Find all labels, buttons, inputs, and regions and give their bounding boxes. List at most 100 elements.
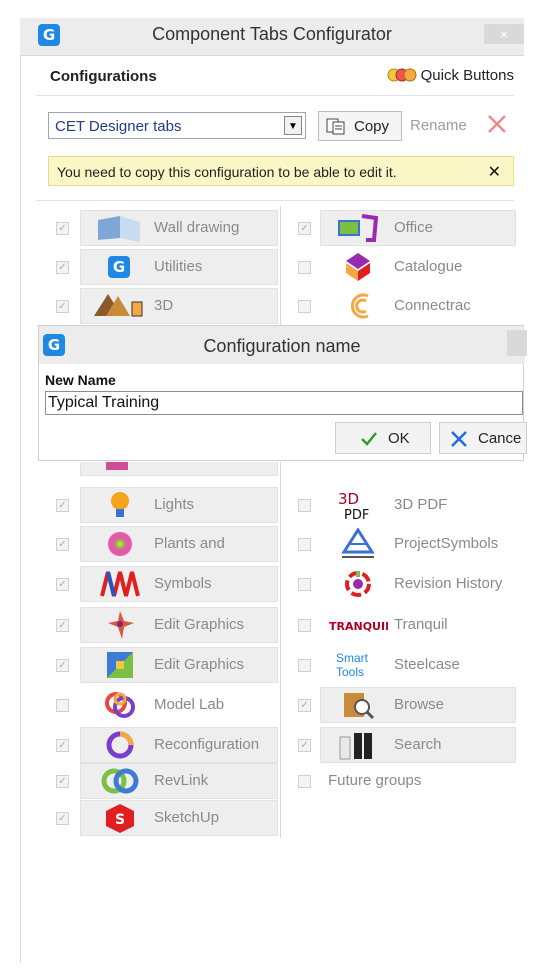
tab-item-hidden[interactable] xyxy=(56,462,278,476)
connectrac-icon xyxy=(350,293,369,319)
tab-label: Reconfiguration xyxy=(154,736,260,753)
tab-checkbox[interactable]: ✓ xyxy=(56,659,69,672)
tab-checkbox[interactable]: ✓ xyxy=(56,739,69,752)
dropdown-arrow-icon[interactable]: ▼ xyxy=(284,116,302,135)
tab-checkbox[interactable]: ✓ xyxy=(56,538,69,551)
ok-button[interactable]: OK xyxy=(335,422,431,454)
tab-label: ProjectSymbols xyxy=(394,535,499,552)
configuration-select-value: CET Designer tabs xyxy=(55,118,182,135)
tab-checkbox[interactable]: ✓ xyxy=(56,300,69,313)
tab-checkbox[interactable] xyxy=(298,538,311,551)
tab-checkbox[interactable] xyxy=(298,261,311,274)
configuration-select[interactable]: CET Designer tabs ▼ xyxy=(48,112,306,139)
3d-pdf-icon-pdf: PDF xyxy=(344,508,369,522)
catalogue-icon xyxy=(346,253,370,281)
tranquil-icon-text: TRANQUIL xyxy=(329,620,388,633)
tab-label: Connectrac xyxy=(394,297,471,314)
window-title: Component Tabs Configurator xyxy=(152,24,392,44)
tab-checkbox[interactable] xyxy=(298,499,311,512)
tab-checkbox[interactable]: ✓ xyxy=(56,499,69,512)
tab-item-reconfiguration[interactable]: ✓ Reconfiguration xyxy=(56,727,278,763)
tab-checkbox[interactable]: ✓ xyxy=(56,578,69,591)
tab-item-connectrac[interactable]: Connectrac xyxy=(298,288,516,324)
tab-item-utilities[interactable]: ✓ G Utilities xyxy=(56,249,278,285)
configurations-header: Configurations Quick Buttons xyxy=(36,56,514,96)
tab-checkbox[interactable]: ✓ xyxy=(298,222,311,235)
tab-checkbox[interactable] xyxy=(56,699,69,712)
tab-checkbox[interactable] xyxy=(298,659,311,672)
tab-checkbox[interactable]: ✓ xyxy=(56,222,69,235)
tab-item-catalogue[interactable]: Catalogue xyxy=(298,249,516,285)
3d-icon xyxy=(94,294,143,317)
project-symbols-icon xyxy=(341,528,375,558)
tab-item-symbols[interactable]: ✓ Symbols xyxy=(56,566,278,602)
tab-item-future-groups[interactable]: Future groups xyxy=(298,763,516,799)
tab-checkbox[interactable]: ✓ xyxy=(298,699,311,712)
tab-label: 3D PDF xyxy=(394,496,448,513)
edit-graphics-2-icon xyxy=(107,652,133,678)
tab-label: Tranquil xyxy=(394,616,448,633)
copy-button[interactable]: Copy xyxy=(318,111,402,141)
tab-item-tranquil[interactable]: TRANQUIL Tranquil xyxy=(298,607,516,643)
tab-checkbox[interactable] xyxy=(298,300,311,313)
copy-label: Copy xyxy=(354,118,390,135)
rename-button[interactable]: Rename xyxy=(410,117,467,134)
quick-buttons-icon xyxy=(387,68,417,82)
tab-checkbox[interactable] xyxy=(298,619,311,632)
tab-label: Model Lab xyxy=(154,696,225,713)
column-divider xyxy=(280,206,281,328)
tab-item-project-symbols[interactable]: ProjectSymbols xyxy=(298,526,516,562)
cancel-button[interactable]: Cance xyxy=(439,422,527,454)
close-warning-icon[interactable]: ✕ xyxy=(488,162,501,181)
new-name-input[interactable]: Typical Training xyxy=(45,391,523,415)
tab-checkbox[interactable] xyxy=(298,775,311,788)
divider xyxy=(36,200,514,201)
symbols-icon xyxy=(100,571,140,597)
tab-item-lights[interactable]: ✓ Lights xyxy=(56,487,278,523)
tab-item-browse[interactable]: ✓ Browse xyxy=(298,687,516,723)
new-name-label: New Name xyxy=(45,372,116,388)
tab-item-steelcase[interactable]: Smart Tools Steelcase xyxy=(298,647,516,683)
tab-checkbox[interactable]: ✓ xyxy=(56,261,69,274)
dialog-close-button[interactable] xyxy=(507,330,527,356)
tab-checkbox[interactable]: ✓ xyxy=(298,739,311,752)
tab-label: Symbols xyxy=(154,575,212,592)
tab-checkbox[interactable]: ✓ xyxy=(56,775,69,788)
tab-checkbox[interactable]: ✓ xyxy=(56,812,69,825)
tab-label: Future groups xyxy=(328,772,422,789)
tab-label: RevLink xyxy=(154,772,209,789)
tab-item-plants[interactable]: ✓ Plants and xyxy=(56,526,278,562)
tab-label: Search xyxy=(394,736,442,753)
tab-item-office[interactable]: ✓ Office xyxy=(298,210,516,246)
office-icon xyxy=(338,214,379,242)
delete-icon[interactable] xyxy=(486,113,508,135)
tab-label: Catalogue xyxy=(394,258,463,275)
tab-item-3d[interactable]: ✓ 3D xyxy=(56,288,278,324)
tab-item-edit-graphics-2[interactable]: ✓ Edit Graphics xyxy=(56,647,278,683)
configurations-label: Configurations xyxy=(50,68,157,85)
tab-item-search[interactable]: ✓ Search xyxy=(298,727,516,763)
tab-checkbox[interactable]: ✓ xyxy=(56,619,69,632)
tab-item-revision-history[interactable]: Revision History xyxy=(298,566,516,602)
dialog-titlebar: G Configuration name xyxy=(39,326,527,364)
window-close-button[interactable]: × xyxy=(484,24,524,44)
window-titlebar: G Component Tabs Configurator × xyxy=(20,18,524,56)
tab-item-3d-pdf[interactable]: 3D PDF 3D PDF xyxy=(298,487,516,523)
tab-checkbox[interactable] xyxy=(298,578,311,591)
steelcase-icon-tools: Tools xyxy=(336,665,364,679)
model-lab-icon xyxy=(105,692,135,718)
tab-item-sketchup[interactable]: ✓ S SketchUp xyxy=(56,800,278,836)
reconfiguration-icon xyxy=(106,731,134,759)
tab-label: Revision History xyxy=(394,575,503,592)
tab-item-model-lab[interactable]: Model Lab xyxy=(56,687,278,723)
check-icon xyxy=(361,432,377,446)
tab-item-wall-drawing[interactable]: ✓ Wall drawing xyxy=(56,210,278,246)
revlink-icon xyxy=(101,768,139,794)
hidden-icon xyxy=(106,462,128,470)
tab-label: Lights xyxy=(154,496,195,513)
tab-item-edit-graphics[interactable]: ✓ Edit Graphics xyxy=(56,607,278,643)
tab-label: Edit Graphics xyxy=(154,656,245,673)
ok-label: OK xyxy=(388,430,410,447)
tab-item-revlink[interactable]: ✓ RevLink xyxy=(56,763,278,799)
quick-buttons-button[interactable]: Quick Buttons xyxy=(387,67,514,84)
